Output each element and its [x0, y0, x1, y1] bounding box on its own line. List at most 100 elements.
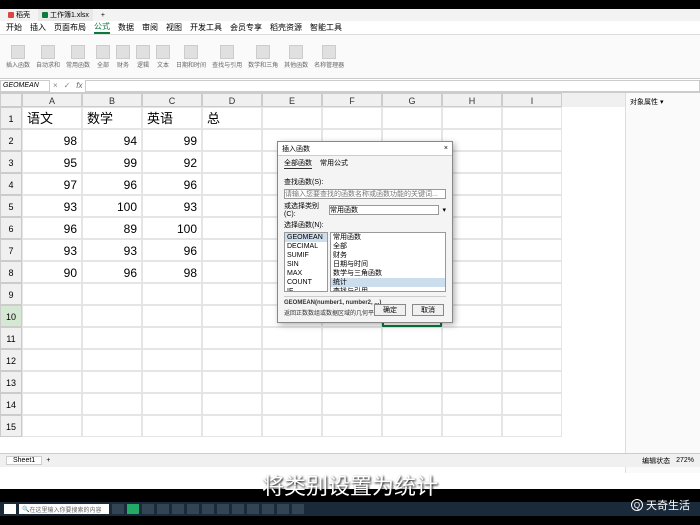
- cell[interactable]: [262, 349, 322, 371]
- cell[interactable]: 100: [142, 217, 202, 239]
- row-header[interactable]: 1: [0, 107, 22, 129]
- row-header[interactable]: 9: [0, 283, 22, 305]
- cell[interactable]: [202, 261, 262, 283]
- ribbon-tab-1[interactable]: 插入: [30, 22, 46, 33]
- name-box[interactable]: GEOMEAN: [0, 80, 50, 92]
- row-header[interactable]: 6: [0, 217, 22, 239]
- cell[interactable]: 96: [82, 173, 142, 195]
- row-header[interactable]: 14: [0, 393, 22, 415]
- cell[interactable]: [322, 349, 382, 371]
- column-header[interactable]: I: [502, 93, 562, 107]
- side-panel-title[interactable]: 对象属性 ▾: [630, 97, 696, 107]
- function-listbox[interactable]: GEOMEANDECIMALSUMIFSINMAXCOUNTIFAVERAGE: [284, 232, 328, 292]
- cell[interactable]: 98: [142, 261, 202, 283]
- cell[interactable]: 96: [82, 261, 142, 283]
- cell[interactable]: [262, 327, 322, 349]
- column-header[interactable]: H: [442, 93, 502, 107]
- category-item[interactable]: 财务: [331, 251, 445, 260]
- cell[interactable]: [22, 393, 82, 415]
- ribbon-tab-6[interactable]: 视图: [166, 22, 182, 33]
- cell[interactable]: [502, 129, 562, 151]
- app-icon[interactable]: [217, 504, 229, 514]
- category-item[interactable]: 全部: [331, 242, 445, 251]
- cell[interactable]: [502, 107, 562, 129]
- ribbon-datetime[interactable]: 日期和时间: [176, 45, 206, 69]
- cell[interactable]: [142, 371, 202, 393]
- cell[interactable]: [262, 415, 322, 437]
- ribbon-text[interactable]: 文本: [156, 45, 170, 69]
- ribbon-other[interactable]: 其他函数: [284, 45, 308, 69]
- app-icon[interactable]: [262, 504, 274, 514]
- cell[interactable]: [142, 305, 202, 327]
- edge-icon[interactable]: [127, 504, 139, 514]
- dialog-tab-common[interactable]: 常用公式: [320, 158, 348, 169]
- category-item[interactable]: 数学与三角函数: [331, 269, 445, 278]
- close-icon[interactable]: ×: [444, 145, 448, 152]
- app-icon[interactable]: [172, 504, 184, 514]
- cell[interactable]: [442, 107, 502, 129]
- start-button[interactable]: [4, 504, 16, 514]
- cell[interactable]: [502, 415, 562, 437]
- cell[interactable]: [322, 393, 382, 415]
- row-header[interactable]: 3: [0, 151, 22, 173]
- cell[interactable]: [382, 107, 442, 129]
- cell[interactable]: [202, 371, 262, 393]
- row-header[interactable]: 13: [0, 371, 22, 393]
- function-item[interactable]: IF: [285, 287, 327, 292]
- row-header[interactable]: 7: [0, 239, 22, 261]
- cell[interactable]: [202, 327, 262, 349]
- ok-button[interactable]: 确定: [374, 304, 406, 316]
- category-select[interactable]: [329, 205, 439, 215]
- cell[interactable]: [22, 349, 82, 371]
- ribbon-logical[interactable]: 逻辑: [136, 45, 150, 69]
- category-item[interactable]: 查找与引用: [331, 287, 445, 292]
- cell[interactable]: [22, 327, 82, 349]
- cell[interactable]: 95: [22, 151, 82, 173]
- cell[interactable]: [202, 173, 262, 195]
- row-header[interactable]: 12: [0, 349, 22, 371]
- column-header[interactable]: D: [202, 93, 262, 107]
- cell[interactable]: [262, 107, 322, 129]
- cell[interactable]: [442, 393, 502, 415]
- cell[interactable]: 96: [142, 239, 202, 261]
- formula-input[interactable]: [85, 80, 700, 92]
- cell[interactable]: 96: [22, 217, 82, 239]
- row-header[interactable]: 10: [0, 305, 22, 327]
- cell[interactable]: [322, 327, 382, 349]
- app-icon[interactable]: [277, 504, 289, 514]
- cell[interactable]: [262, 393, 322, 415]
- cell[interactable]: [322, 107, 382, 129]
- cell[interactable]: [22, 415, 82, 437]
- cell[interactable]: [502, 349, 562, 371]
- cell[interactable]: [502, 239, 562, 261]
- cell[interactable]: [142, 393, 202, 415]
- app-icon[interactable]: [187, 504, 199, 514]
- tab-workbook[interactable]: 工作簿1.xlsx: [38, 9, 93, 21]
- cell[interactable]: [502, 195, 562, 217]
- cell[interactable]: [202, 283, 262, 305]
- cell[interactable]: [142, 349, 202, 371]
- cell[interactable]: [82, 415, 142, 437]
- cell[interactable]: 98: [22, 129, 82, 151]
- cell[interactable]: [382, 327, 442, 349]
- row-header[interactable]: 2: [0, 129, 22, 151]
- category-item[interactable]: 常用函数: [331, 233, 445, 242]
- function-item[interactable]: DECIMAL: [285, 242, 327, 251]
- cell[interactable]: [202, 129, 262, 151]
- ribbon-tab-4[interactable]: 数据: [118, 22, 134, 33]
- cell[interactable]: 94: [82, 129, 142, 151]
- cell[interactable]: [502, 393, 562, 415]
- cell[interactable]: [382, 349, 442, 371]
- cell[interactable]: [82, 283, 142, 305]
- sheet-tab[interactable]: Sheet1: [6, 456, 42, 465]
- ribbon-insert-function[interactable]: 插入函数: [6, 45, 30, 69]
- cell[interactable]: 89: [82, 217, 142, 239]
- cell[interactable]: [502, 327, 562, 349]
- cell[interactable]: [382, 371, 442, 393]
- cell[interactable]: [442, 415, 502, 437]
- cell[interactable]: [82, 327, 142, 349]
- ribbon-names[interactable]: 名称管理器: [314, 45, 344, 69]
- app-icon[interactable]: [202, 504, 214, 514]
- ribbon-tab-0[interactable]: 开始: [6, 22, 22, 33]
- row-header[interactable]: 8: [0, 261, 22, 283]
